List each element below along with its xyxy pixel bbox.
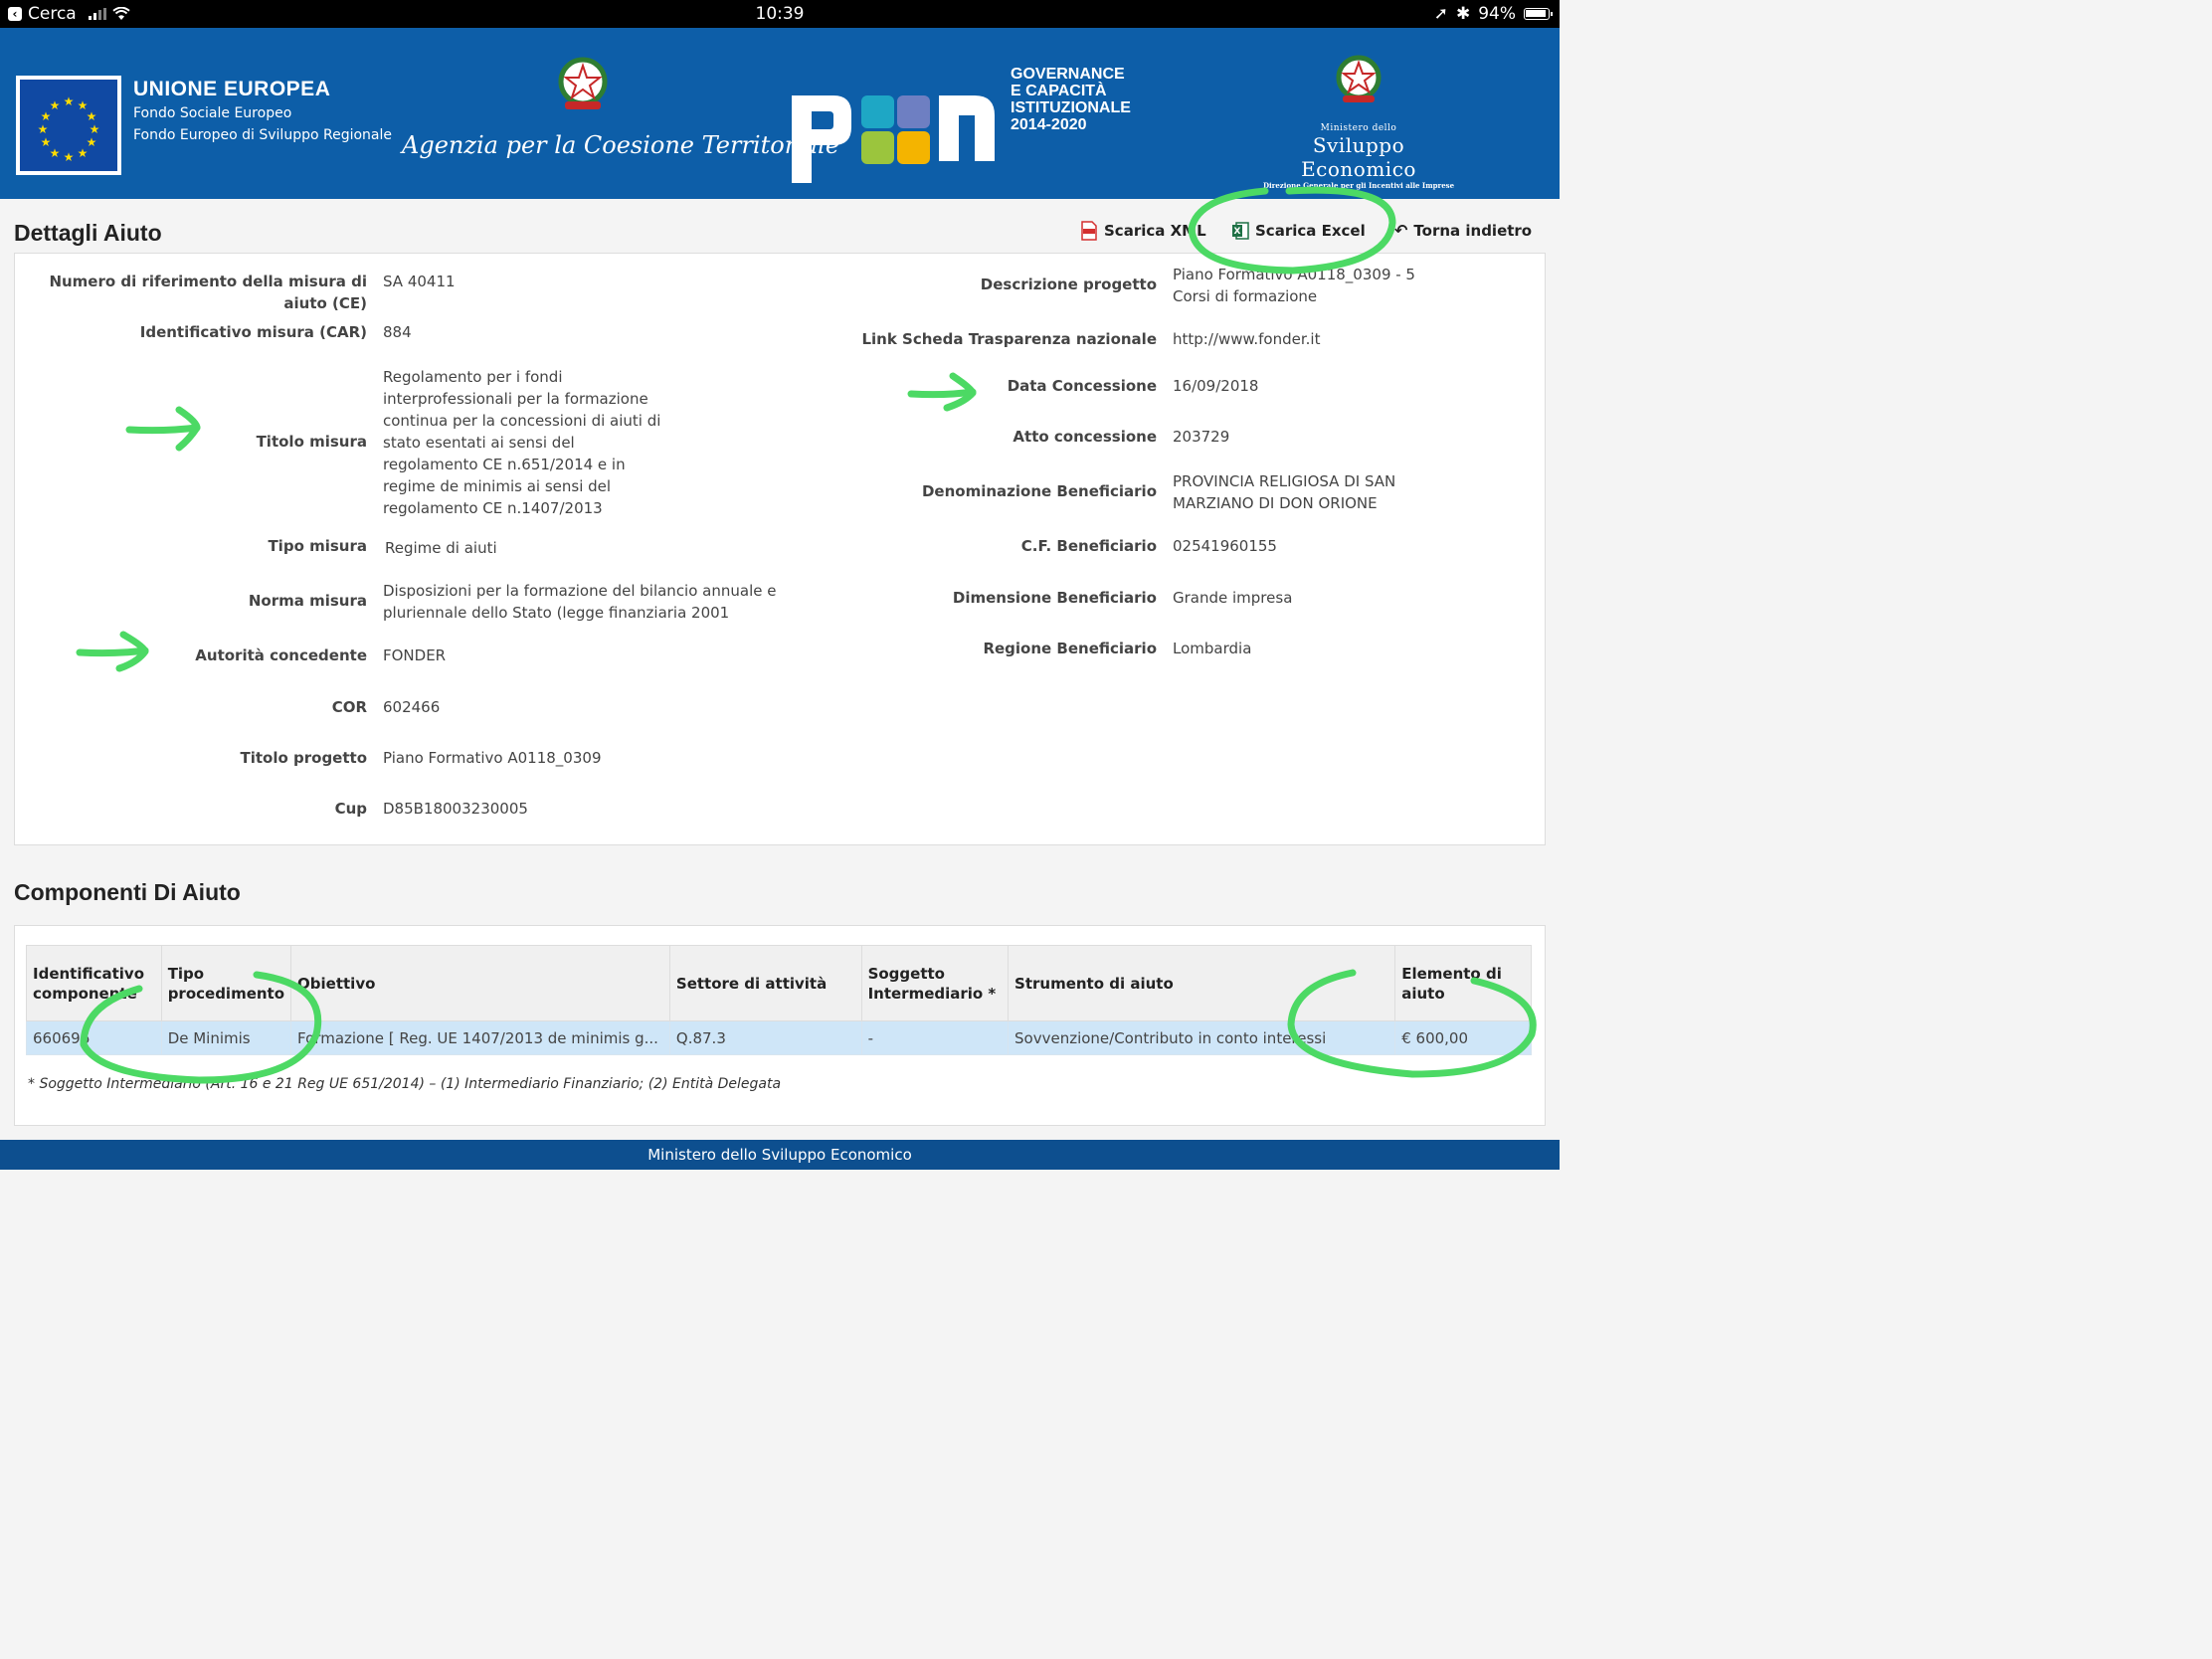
detail-value: Lombardia — [1173, 640, 1252, 657]
detail-value: 02541960155 — [1173, 537, 1277, 555]
detail-label: Descrizione progetto — [980, 276, 1157, 293]
eu-title: UNIONE EUROPEA — [133, 78, 331, 100]
detail-label: Data Concessione — [1007, 377, 1157, 395]
column-header[interactable]: Settore di attività — [668, 945, 862, 1021]
svg-text:X: X — [1234, 227, 1241, 237]
detail-label: Titolo progetto — [240, 749, 367, 767]
detail-label: Tipo misura — [268, 537, 367, 555]
components-title: Componenti Di Aiuto — [14, 879, 241, 905]
detail-label: Numero di riferimento della misura di ai… — [49, 273, 367, 312]
detail-value: SA 40411 — [383, 273, 456, 290]
detail-label: Norma misura — [248, 592, 367, 610]
pon-programme-text: GOVERNANCE E CAPACITÀ ISTITUZIONALE 2014… — [1011, 66, 1131, 133]
detail-label: C.F. Beneficiario — [1020, 537, 1157, 555]
detail-label: Atto concessione — [1013, 428, 1157, 446]
column-header[interactable]: Strumento di aiuto — [1008, 945, 1396, 1021]
location-icon: ➚ — [1433, 4, 1448, 24]
table-cell: Q.87.3 — [668, 1020, 862, 1055]
detail-value: Disposizioni per la formazione del bilan… — [383, 582, 777, 622]
table-row[interactable]: 660696 De Minimis Formazione [ Reg. UE 1… — [26, 1020, 1532, 1055]
eu-fund-2: Fondo Europeo di Sviluppo Regionale — [133, 127, 392, 143]
detail-value: Regolamento per i fondi interprofessiona… — [383, 368, 661, 517]
detail-value: Regime di aiuti — [385, 539, 497, 557]
trasparenza-link[interactable]: http://www.fonder.it — [1173, 328, 1320, 350]
mise-logo: Ministero dello Sviluppo Economico Direz… — [1262, 123, 1455, 190]
svg-text:★: ★ — [64, 94, 75, 108]
detail-value: D85B18003230005 — [383, 800, 528, 818]
download-excel-button[interactable]: X Scarica Excel — [1231, 221, 1366, 241]
svg-text:★: ★ — [90, 122, 100, 136]
detail-label: Dimensione Beneficiario — [952, 589, 1157, 607]
svg-text:★: ★ — [41, 135, 52, 149]
mise-emblem-icon — [1329, 52, 1388, 111]
battery-icon — [1524, 8, 1553, 20]
eu-flag-icon: ★ ★ ★ ★ ★ ★ ★ ★ ★ ★ ★ ★ — [16, 76, 121, 175]
svg-text:★: ★ — [78, 146, 89, 160]
detail-value: 16/09/2018 — [1173, 377, 1259, 395]
footer: Ministero dello Sviluppo Economico — [0, 1140, 1560, 1170]
column-header[interactable]: Tipo procedimento — [160, 945, 292, 1021]
download-xml-button[interactable]: Scarica XML — [1080, 221, 1206, 241]
bluetooth-icon: ✱ — [1455, 4, 1471, 24]
footnote: * Soggetto Intermediario (Art. 16 e 21 R… — [28, 1076, 782, 1092]
excel-file-icon: X — [1232, 222, 1249, 240]
detail-value: Piano Formativo A0118_0309 — [383, 749, 602, 767]
detail-label: Titolo misura — [256, 433, 367, 451]
detail-value: 602466 — [383, 698, 441, 716]
column-header[interactable]: Elemento di aiuto — [1394, 945, 1532, 1021]
detail-value: 884 — [383, 323, 412, 341]
table-cell: De Minimis — [160, 1020, 292, 1055]
table-header-row: Identificativo componente Tipo procedime… — [26, 945, 1532, 1021]
back-arrow-icon: ↶ — [1394, 221, 1408, 240]
status-bar: ‹ Cerca 10:39 ➚ ✱ 94% — [0, 0, 1560, 28]
detail-value: 203729 — [1173, 428, 1230, 446]
detail-value: Grande impresa — [1173, 589, 1293, 607]
column-header[interactable]: Obiettivo — [290, 945, 670, 1021]
detail-value: PROVINCIA RELIGIOSA DI SAN MARZIANO DI D… — [1173, 472, 1396, 512]
table-cell: Formazione [ Reg. UE 1407/2013 de minimi… — [290, 1020, 670, 1055]
column-header[interactable]: Soggetto Intermediario * — [860, 945, 1010, 1021]
detail-label: Denominazione Beneficiario — [921, 482, 1157, 500]
back-button[interactable]: ↶ Torna indietro — [1394, 221, 1532, 240]
svg-text:★: ★ — [38, 122, 49, 136]
clock: 10:39 — [755, 4, 805, 24]
table-cell: 660696 — [26, 1020, 162, 1055]
header-banner: ★ ★ ★ ★ ★ ★ ★ ★ ★ ★ ★ ★ UNIONE EUROPEA Fondo Soci… — [0, 28, 1560, 199]
column-header[interactable]: Identificativo componente — [26, 945, 162, 1021]
agenzia-logo-text: Agenzia per la Coesione Territoriale — [402, 131, 840, 159]
components-table: Identificativo componente Tipo procedime… — [26, 945, 1532, 1055]
detail-label: Regione Beneficiario — [983, 640, 1157, 657]
detail-label: Autorità concedente — [195, 646, 367, 664]
xml-file-icon — [1081, 221, 1097, 241]
table-cell: € 600,00 — [1394, 1020, 1532, 1055]
detail-label: Cup — [334, 800, 367, 818]
table-cell: - — [860, 1020, 1010, 1055]
page-title: Dettagli Aiuto — [14, 220, 162, 246]
svg-text:★: ★ — [87, 109, 97, 123]
italian-republic-emblem-icon — [553, 54, 613, 113]
eu-fund-1: Fondo Sociale Europeo — [133, 105, 292, 121]
pon-logo — [786, 64, 997, 193]
svg-text:★: ★ — [64, 150, 75, 164]
detail-value: Piano Formativo A0118_0309 - 5 Corsi di … — [1173, 266, 1415, 305]
detail-label: Identificativo misura (CAR) — [139, 323, 367, 341]
battery-percent: 94% — [1478, 4, 1516, 24]
detail-label: COR — [331, 698, 367, 716]
detail-label: Link Scheda Trasparenza nazionale — [861, 330, 1157, 348]
table-cell: Sovvenzione/Contributo in conto interess… — [1008, 1020, 1396, 1055]
svg-text:★: ★ — [50, 98, 61, 112]
detail-value: FONDER — [383, 646, 447, 664]
